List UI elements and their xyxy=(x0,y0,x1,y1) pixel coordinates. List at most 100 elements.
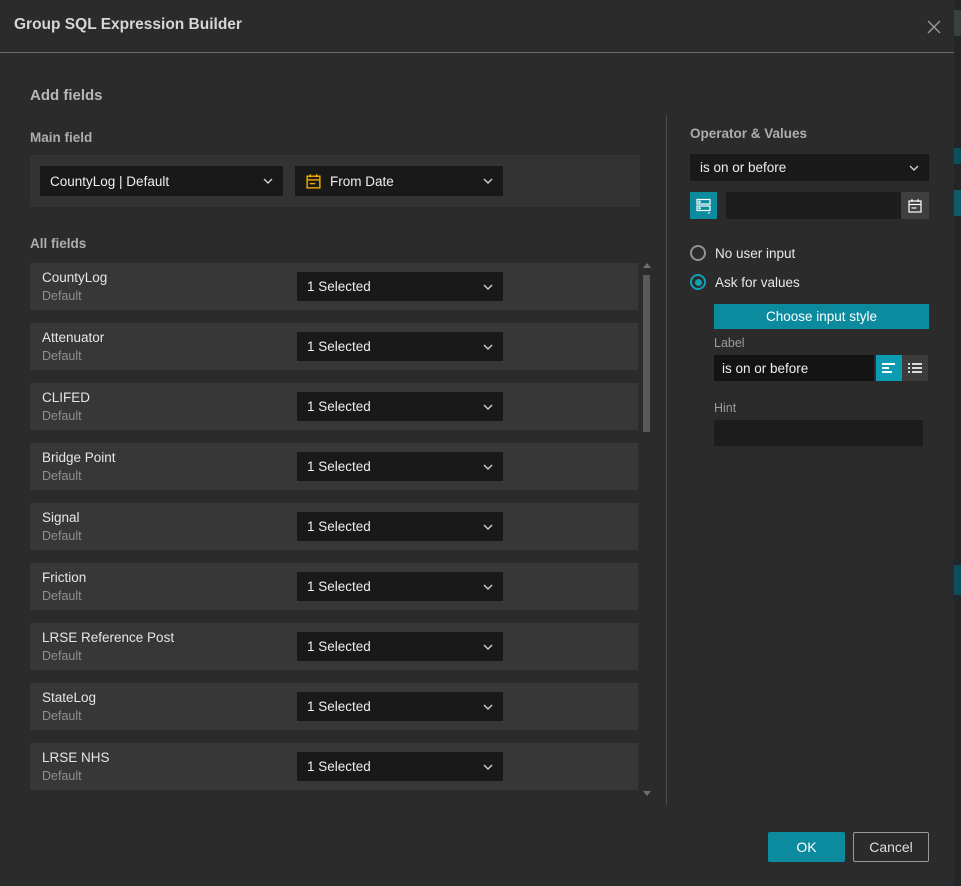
field-selection-dropdown[interactable]: 1 Selected xyxy=(297,512,503,541)
value-input-row xyxy=(690,192,929,219)
main-field-field-dropdown[interactable]: From Date xyxy=(295,166,503,196)
field-selection-dropdown[interactable]: 1 Selected xyxy=(297,692,503,721)
radio-label: Ask for values xyxy=(715,275,800,290)
field-row: LRSE Reference Post Default 1 Selected xyxy=(30,623,638,670)
field-row: Bridge Point Default 1 Selected xyxy=(30,443,638,490)
background-segment xyxy=(954,148,961,164)
cancel-button[interactable]: Cancel xyxy=(853,832,929,862)
main-field-panel: CountyLog | Default From Date xyxy=(30,155,640,207)
field-subtitle: Default xyxy=(42,469,82,483)
field-name: Bridge Point xyxy=(42,450,116,465)
field-name: LRSE NHS xyxy=(42,750,110,765)
dialog-title: Group SQL Expression Builder xyxy=(14,16,242,34)
calendar-icon xyxy=(907,198,923,214)
main-field-field-value: From Date xyxy=(330,174,475,189)
field-subtitle: Default xyxy=(42,769,82,783)
main-field-source-value: CountyLog | Default xyxy=(50,174,263,189)
value-input[interactable] xyxy=(726,192,901,219)
label-caption: Label xyxy=(714,336,745,350)
date-picker-button[interactable] xyxy=(901,192,929,219)
field-selection-dropdown[interactable]: 1 Selected xyxy=(297,572,503,601)
chevron-down-icon xyxy=(483,284,493,290)
field-selection-dropdown[interactable]: 1 Selected xyxy=(297,752,503,781)
radio-label: No user input xyxy=(715,246,795,261)
field-row: Signal Default 1 Selected xyxy=(30,503,638,550)
field-subtitle: Default xyxy=(42,289,82,303)
dialog-header: Group SQL Expression Builder xyxy=(0,0,954,53)
selection-value: 1 Selected xyxy=(307,459,483,474)
close-button[interactable] xyxy=(924,17,944,37)
hint-caption: Hint xyxy=(714,401,736,415)
selection-value: 1 Selected xyxy=(307,279,483,294)
panel-divider xyxy=(666,115,667,805)
main-field-source-dropdown[interactable]: CountyLog | Default xyxy=(40,166,283,196)
label-input[interactable] xyxy=(714,355,874,381)
field-name: CLIFED xyxy=(42,390,90,405)
selection-value: 1 Selected xyxy=(307,579,483,594)
operator-value: is on or before xyxy=(700,160,909,175)
scroll-down-arrow-icon[interactable] xyxy=(643,791,651,796)
background-app-strip xyxy=(954,0,961,886)
field-selection-dropdown[interactable]: 1 Selected xyxy=(297,392,503,421)
unique-values-icon xyxy=(695,197,712,214)
background-segment xyxy=(954,10,961,36)
single-line-style-button[interactable] xyxy=(876,355,902,381)
scrollbar-thumb[interactable] xyxy=(643,275,650,432)
radio-selected-icon xyxy=(690,274,706,290)
field-subtitle: Default xyxy=(42,409,82,423)
field-selection-dropdown[interactable]: 1 Selected xyxy=(297,632,503,661)
list-style-button[interactable] xyxy=(902,355,928,381)
list-icon xyxy=(908,362,922,374)
group-sql-expression-builder-dialog: Group SQL Expression Builder Add fields … xyxy=(0,0,954,886)
radio-circle-icon xyxy=(690,245,706,261)
chevron-down-icon xyxy=(483,764,493,770)
field-row: CountyLog Default 1 Selected xyxy=(30,263,638,310)
field-name: CountyLog xyxy=(42,270,107,285)
align-left-icon xyxy=(882,362,896,374)
selection-value: 1 Selected xyxy=(307,759,483,774)
chevron-down-icon xyxy=(483,704,493,710)
chevron-down-icon xyxy=(483,404,493,410)
selection-value: 1 Selected xyxy=(307,339,483,354)
operator-values-heading: Operator & Values xyxy=(690,126,807,141)
field-selection-dropdown[interactable]: 1 Selected xyxy=(297,452,503,481)
operator-dropdown[interactable]: is on or before xyxy=(690,154,929,181)
scroll-up-arrow-icon[interactable] xyxy=(643,263,651,268)
chevron-down-icon xyxy=(483,584,493,590)
label-row xyxy=(714,355,928,381)
field-row: LRSE NHS Default 1 Selected xyxy=(30,743,638,790)
radio-ask-for-values[interactable]: Ask for values xyxy=(690,274,800,290)
main-field-heading: Main field xyxy=(30,130,92,145)
field-row: Attenuator Default 1 Selected xyxy=(30,323,638,370)
field-subtitle: Default xyxy=(42,529,82,543)
selection-value: 1 Selected xyxy=(307,399,483,414)
selection-value: 1 Selected xyxy=(307,519,483,534)
field-selection-dropdown[interactable]: 1 Selected xyxy=(297,332,503,361)
add-fields-heading: Add fields xyxy=(30,87,103,104)
field-subtitle: Default xyxy=(42,589,82,603)
chevron-down-icon xyxy=(483,644,493,650)
field-subtitle: Default xyxy=(42,709,82,723)
radio-no-user-input[interactable]: No user input xyxy=(690,245,795,261)
close-icon xyxy=(926,19,942,35)
field-name: Signal xyxy=(42,510,80,525)
chevron-down-icon xyxy=(483,464,493,470)
field-name: Friction xyxy=(42,570,86,585)
chevron-down-icon xyxy=(263,178,273,184)
chevron-down-icon xyxy=(483,344,493,350)
field-subtitle: Default xyxy=(42,349,82,363)
chevron-down-icon xyxy=(483,524,493,530)
background-segment xyxy=(954,565,961,595)
selection-value: 1 Selected xyxy=(307,639,483,654)
field-name: LRSE Reference Post xyxy=(42,630,174,645)
fields-list-scrollbar[interactable] xyxy=(641,258,653,803)
choose-input-style-button[interactable]: Choose input style xyxy=(714,304,929,329)
field-name: Attenuator xyxy=(42,330,104,345)
ok-button[interactable]: OK xyxy=(768,832,845,862)
unique-values-picker-button[interactable] xyxy=(690,192,717,219)
hint-input[interactable] xyxy=(714,420,923,446)
field-selection-dropdown[interactable]: 1 Selected xyxy=(297,272,503,301)
all-fields-heading: All fields xyxy=(30,236,86,251)
field-subtitle: Default xyxy=(42,649,82,663)
selection-value: 1 Selected xyxy=(307,699,483,714)
